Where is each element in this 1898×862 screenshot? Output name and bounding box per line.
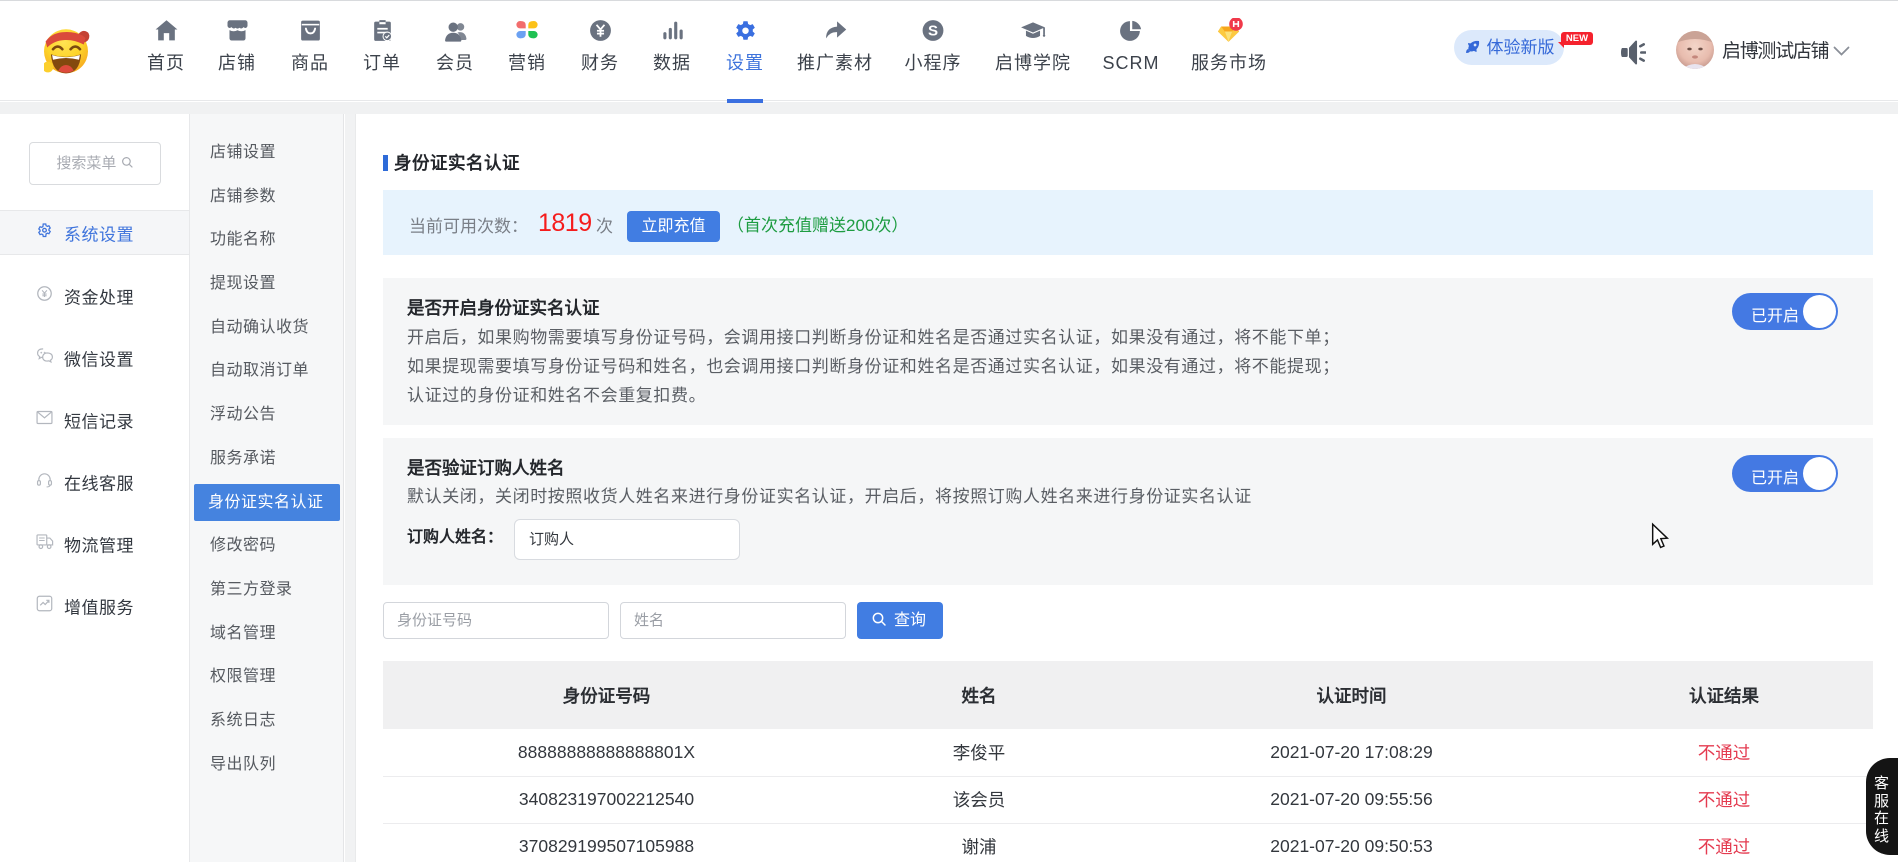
svg-text:S: S — [928, 23, 938, 40]
